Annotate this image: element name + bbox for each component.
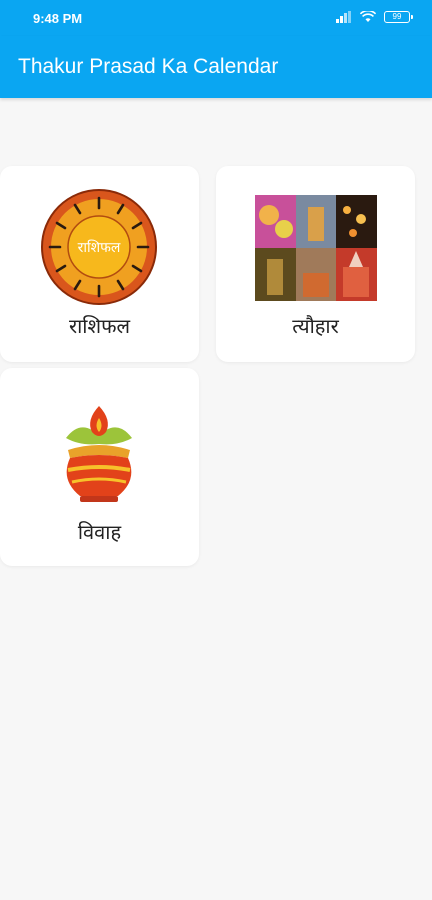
app-bar: Thakur Prasad Ka Calendar bbox=[0, 36, 432, 98]
vivah-label: विवाह bbox=[77, 520, 122, 544]
rashifal-badge-text: राशिफल bbox=[78, 239, 121, 256]
app-title: Thakur Prasad Ka Calendar bbox=[18, 55, 279, 78]
wifi-icon bbox=[360, 11, 376, 22]
rashifal-card[interactable]: राशिफल राशिफल bbox=[0, 166, 199, 362]
battery-icon: 99 bbox=[384, 11, 413, 23]
rashifal-zodiac-icon: राशिफल bbox=[41, 189, 157, 305]
battery-level: 99 bbox=[392, 12, 402, 21]
kalash-icon bbox=[66, 406, 132, 502]
vivah-card[interactable]: विवाह bbox=[0, 368, 199, 566]
cellular-icon bbox=[336, 11, 351, 23]
status-bar: 9:48 PM 99 bbox=[0, 0, 432, 36]
tyohar-label: त्यौहार bbox=[292, 314, 339, 338]
festival-collage-icon bbox=[255, 195, 377, 301]
status-time: 9:48 PM bbox=[33, 11, 83, 26]
status-icons: 99 bbox=[336, 11, 413, 23]
rashifal-label: राशिफल bbox=[68, 314, 131, 338]
tyohar-card[interactable]: त्यौहार bbox=[216, 166, 415, 362]
